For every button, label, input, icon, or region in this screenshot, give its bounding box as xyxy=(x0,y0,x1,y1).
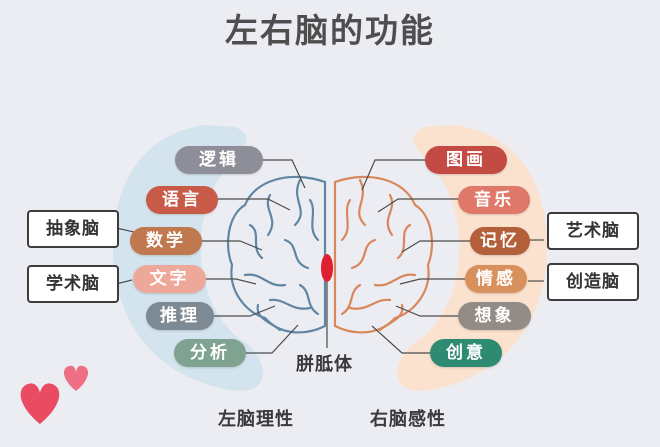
function-pill-imagination: 想象 xyxy=(458,302,531,330)
function-pill-drawing: 图画 xyxy=(425,146,507,174)
function-pill-reasoning: 推理 xyxy=(146,302,214,330)
right-brain-caption: 右脑感性 xyxy=(370,409,446,430)
function-pill-logic: 逻辑 xyxy=(175,146,263,174)
function-pill-memory: 记忆 xyxy=(470,227,530,255)
category-abstract-brain: 抽象脑 xyxy=(27,210,119,248)
brain-function-diagram: 左右脑的功能 逻辑 语言 数学 文字 推理 分析 图画 音乐 记忆 情感 想象 … xyxy=(0,0,660,447)
category-creative-brain: 创造脑 xyxy=(547,263,639,301)
category-art-brain: 艺术脑 xyxy=(547,212,639,250)
function-pill-language: 语言 xyxy=(146,186,218,214)
corpus-callosum-marker xyxy=(321,254,333,282)
right-brain-icon xyxy=(333,175,434,334)
left-brain-icon xyxy=(226,175,327,334)
function-pill-math: 数学 xyxy=(130,227,202,255)
corpus-callosum-label: 胼胝体 xyxy=(296,354,353,375)
category-academic-brain: 学术脑 xyxy=(27,265,119,303)
function-pill-music: 音乐 xyxy=(458,186,530,214)
function-pill-analysis: 分析 xyxy=(174,339,246,367)
function-pill-text: 文字 xyxy=(133,265,206,293)
heart-icon xyxy=(20,383,60,424)
function-pill-creativity: 创意 xyxy=(430,339,502,367)
left-brain-caption: 左脑理性 xyxy=(218,409,294,430)
heart-icon xyxy=(63,365,89,391)
function-pill-emotion: 情感 xyxy=(465,265,527,293)
